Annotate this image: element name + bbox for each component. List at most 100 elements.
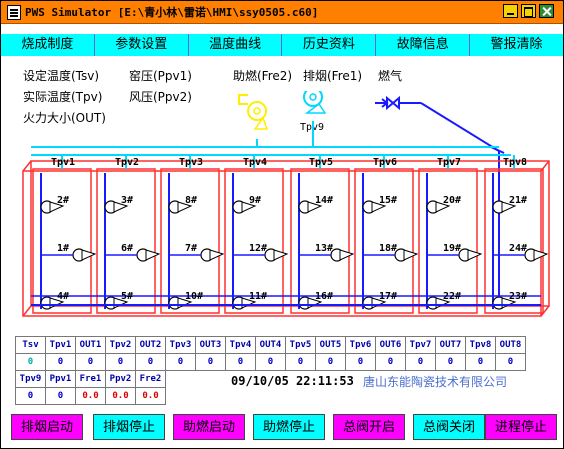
table-value-cell: 0 (285, 353, 316, 371)
burner-label: 21# (509, 195, 528, 206)
table-value-cell: 0 (495, 353, 526, 371)
burner-label: 23# (509, 291, 528, 302)
table-value-cell: 0 (405, 353, 436, 371)
burner-label: 11# (249, 291, 268, 302)
burner-label: 7# (185, 243, 198, 254)
table-header-cell: OUT1 (75, 336, 106, 354)
burner-label: 15# (379, 195, 398, 206)
burner-label: 13# (315, 243, 334, 254)
zone-label-6: Tpv6 (373, 157, 398, 168)
burner-label: 2# (57, 195, 70, 206)
flame-icon (145, 249, 161, 261)
table-value-cell: 0 (135, 353, 166, 371)
table-header-cell: Tpv4 (225, 336, 256, 354)
title-bar[interactable]: PWS Simulator [E:\青小林\雷诺\HMI\ssy0505.c60… (1, 1, 563, 24)
table-header-cell: OUT3 (195, 336, 226, 354)
table-header-cell: OUT6 (375, 336, 406, 354)
flame-icon (209, 249, 225, 261)
zone-label-3: Tpv3 (179, 157, 204, 168)
zone-label-1: Tpv1 (51, 157, 76, 168)
combustion-stop-button[interactable]: 助燃停止 (253, 414, 325, 440)
burner-label: 9# (249, 195, 262, 206)
legend-kiln-pressure: 窑压(Ppv1) (129, 69, 192, 83)
burner-label: 16# (315, 291, 334, 302)
simulator-window: PWS Simulator [E:\青小林\雷诺\HMI\ssy0505.c60… (0, 0, 564, 449)
table-value-cell: 0 (195, 353, 226, 371)
exhaust-start-button[interactable]: 排烟启动 (11, 414, 83, 440)
table-value-cell: 0.0 (75, 387, 106, 405)
table-header-cell: Tpv9 (15, 370, 46, 388)
menu-bar: 烧成制度 参数设置 温度曲线 历史资料 故障信息 警报清除 (1, 34, 563, 56)
table-value-cell: 0 (225, 353, 256, 371)
zone-label-8: Tpv8 (503, 157, 528, 168)
table-header-cell: OUT8 (495, 336, 526, 354)
table-header-cell: Ppv1 (45, 370, 76, 388)
zone-label-2: Tpv2 (115, 157, 140, 168)
main-valve-open-button[interactable]: 总阀开启 (333, 414, 405, 440)
menu-temperature-curve[interactable]: 温度曲线 (189, 34, 283, 56)
company-name: 唐山东能陶瓷技术有限公司 (363, 375, 508, 389)
burner-label: 5# (121, 291, 134, 302)
zone-label-7: Tpv7 (437, 157, 462, 168)
gas-valve-icon[interactable] (375, 95, 421, 111)
close-button[interactable] (539, 4, 554, 18)
table-header-cell: Fre1 (75, 370, 106, 388)
burner-label: 22# (443, 291, 462, 302)
table-header-cell: Ppv2 (105, 370, 136, 388)
menu-fault-info[interactable]: 故障信息 (376, 34, 471, 56)
table-header-cell: Tpv1 (45, 336, 76, 354)
burner-label: 14# (315, 195, 334, 206)
table-header-cell: OUT7 (435, 336, 466, 354)
table-header-cell: Tpv5 (285, 336, 316, 354)
burner-label: 24# (509, 243, 528, 254)
table-value-cell: 0 (345, 353, 376, 371)
app-icon (7, 5, 21, 20)
flame-icon (339, 249, 355, 261)
table-value-cell: 0 (45, 387, 76, 405)
burner-label: 20# (443, 195, 462, 206)
burner-label: 3# (121, 195, 134, 206)
table-value-cell: 0 (75, 353, 106, 371)
legend-gas: 燃气 (378, 69, 403, 83)
table-value-cell: 0 (165, 353, 196, 371)
status-table: Tsv Tpv1 OUT1 Tpv2 OUT2 Tpv3 OUT3 Tpv4 OUT4 Tpv5 O… (15, 336, 526, 405)
table-value-cell: 0 (255, 353, 286, 371)
legend-set-temp: 设定温度(Tsv) (23, 69, 100, 83)
menu-history[interactable]: 历史资料 (282, 34, 377, 56)
table-value-cell: 0 (465, 353, 496, 371)
combustion-fan-icon[interactable] (238, 94, 269, 130)
table-value-cell: 0 (315, 353, 346, 371)
burner-label: 8# (185, 195, 198, 206)
menu-firing-schedule[interactable]: 烧成制度 (1, 34, 95, 56)
menu-parameter-settings[interactable]: 参数设置 (95, 34, 189, 56)
burner-label: 1# (57, 243, 70, 254)
table-header-cell: OUT5 (315, 336, 346, 354)
table-value-cell: 0.0 (105, 387, 136, 405)
table-header-cell: Tpv6 (345, 336, 376, 354)
minimize-button[interactable] (503, 4, 518, 18)
main-valve-close-button[interactable]: 总阀关闭 (413, 414, 485, 440)
legend-exhaust-fan: 排烟(Fre1) (303, 69, 363, 83)
kiln-diagram (22, 91, 550, 317)
menu-clear-alarm[interactable]: 警报清除 (470, 34, 563, 56)
table-value-cell: 0 (45, 353, 76, 371)
window-title: PWS Simulator [E:\青小林\雷诺\HMI\ssy0505.c60… (25, 6, 319, 19)
flame-icon (467, 249, 483, 261)
zone-label-4: Tpv4 (243, 157, 268, 168)
table-value-cell: 0 (375, 353, 406, 371)
datetime-display: 09/10/05 22:11:53 (231, 374, 354, 388)
table-header-cell: Tpv8 (465, 336, 496, 354)
table-header-cell: Tpv3 (165, 336, 196, 354)
table-value-cell: 0 (15, 387, 46, 405)
table-header-cell: Tsv (15, 336, 46, 354)
burner-label: 10# (185, 291, 204, 302)
exhaust-stop-button[interactable]: 排烟停止 (93, 414, 165, 440)
combustion-start-button[interactable]: 助燃启动 (173, 414, 245, 440)
table-header-cell: OUT2 (135, 336, 166, 354)
process-stop-button[interactable]: 进程停止 (485, 414, 557, 440)
maximize-button[interactable] (521, 4, 536, 18)
table-value-cell: 0.0 (135, 387, 166, 405)
control-button-bar: 排烟启动 排烟停止 助燃启动 助燃停止 总阀开启 总阀关闭 进程停止 (9, 414, 557, 442)
burner-label: 17# (379, 291, 398, 302)
exhaust-fan-icon[interactable] (303, 91, 331, 114)
